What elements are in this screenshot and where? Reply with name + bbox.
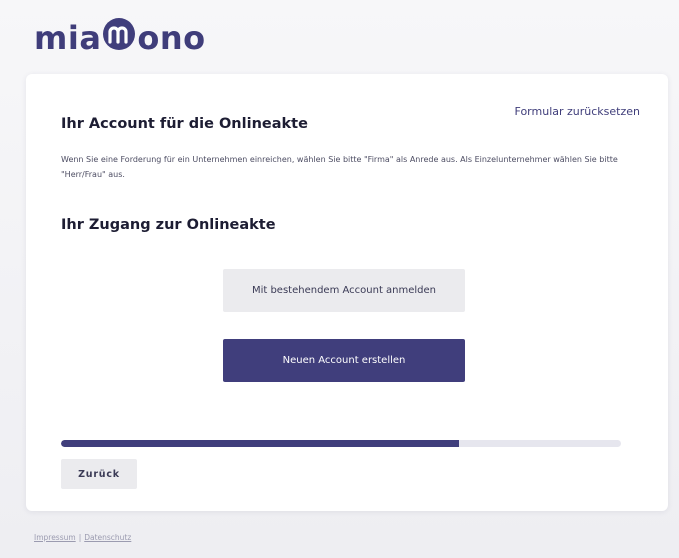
footer-separator: |: [78, 533, 82, 542]
impressum-link[interactable]: Impressum: [34, 533, 76, 542]
footer: Impressum | Datenschutz: [34, 533, 131, 542]
create-account-button[interactable]: Neuen Account erstellen: [223, 339, 465, 382]
progress-bar-fill: [61, 440, 459, 447]
page: mia ono Formular zurücksetzen Ihr Accoun…: [0, 0, 679, 558]
section-title: Ihr Zugang zur Onlineakte: [61, 217, 276, 233]
datenschutz-link[interactable]: Datenschutz: [84, 533, 131, 542]
logo-text-end: ono: [137, 19, 206, 57]
back-button[interactable]: Zurück: [61, 459, 137, 489]
login-existing-account-button[interactable]: Mit bestehendem Account anmelden: [223, 269, 465, 312]
page-title: Ihr Account für die Onlineakte: [61, 116, 308, 132]
account-card: Formular zurücksetzen Ihr Account für di…: [26, 74, 668, 511]
logo-text-start: mia: [34, 19, 102, 57]
info-text: Wenn Sie eine Forderung für ein Unterneh…: [61, 155, 618, 179]
logo-m-icon: [102, 17, 136, 59]
miamono-logo: mia ono: [34, 18, 206, 58]
progress-bar: [61, 440, 621, 447]
reset-form-link[interactable]: Formular zurücksetzen: [515, 105, 640, 118]
